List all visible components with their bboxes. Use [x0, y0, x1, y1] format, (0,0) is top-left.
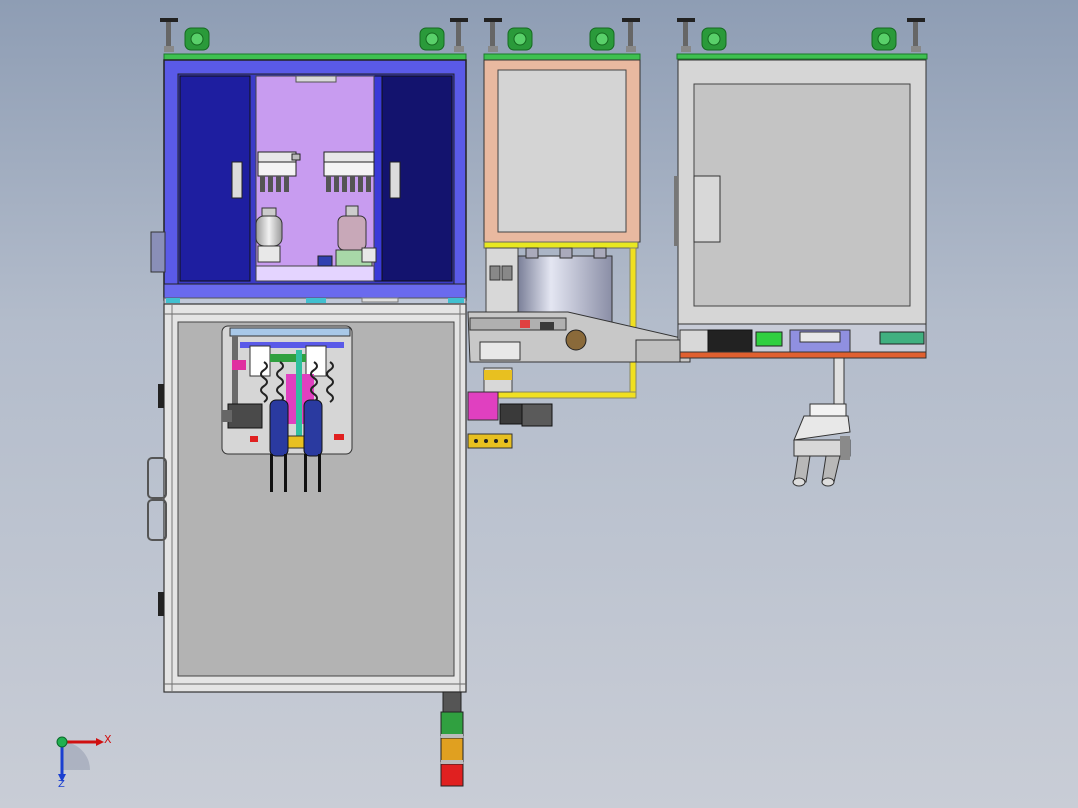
hinge	[158, 384, 164, 408]
z-axis-label: Z	[58, 779, 65, 790]
leveling-foot	[622, 18, 640, 52]
axis-triad	[56, 736, 104, 782]
caster-wheel	[507, 27, 533, 51]
y-axis-origin	[56, 736, 68, 748]
middle-rack	[467, 59, 691, 449]
leveling-foot	[907, 18, 925, 52]
door-handle	[231, 161, 243, 199]
roller	[269, 399, 289, 457]
signal-light-green	[440, 711, 464, 737]
door-handle	[389, 161, 401, 199]
control-cabinet	[150, 59, 467, 305]
casters-top	[160, 18, 925, 52]
caster-wheel	[419, 27, 445, 51]
machine-drawing	[56, 18, 928, 787]
side-bracket	[150, 231, 166, 273]
signal-tower	[440, 691, 464, 787]
caster-wheel	[184, 27, 210, 51]
mount-plate	[676, 53, 928, 60]
mount-plate	[163, 53, 467, 61]
leveling-foot	[450, 18, 468, 52]
caster-wheel	[589, 27, 615, 51]
caster-wheel	[871, 27, 897, 51]
side-handle	[147, 457, 167, 499]
x-axis-label: X	[104, 733, 112, 746]
signal-light-red	[440, 763, 464, 787]
leveling-foot	[677, 18, 695, 52]
leveling-foot	[484, 18, 502, 52]
roller	[303, 399, 323, 457]
leveling-foot	[160, 18, 178, 52]
hinge	[158, 592, 164, 616]
side-handle	[147, 499, 167, 541]
access-panel	[693, 175, 721, 243]
caster-wheel	[701, 27, 727, 51]
right-cabinet	[674, 59, 927, 487]
signal-light-amber	[440, 737, 464, 763]
mount-plate	[483, 53, 641, 61]
cad-viewport[interactable]: X Z	[0, 0, 1078, 808]
